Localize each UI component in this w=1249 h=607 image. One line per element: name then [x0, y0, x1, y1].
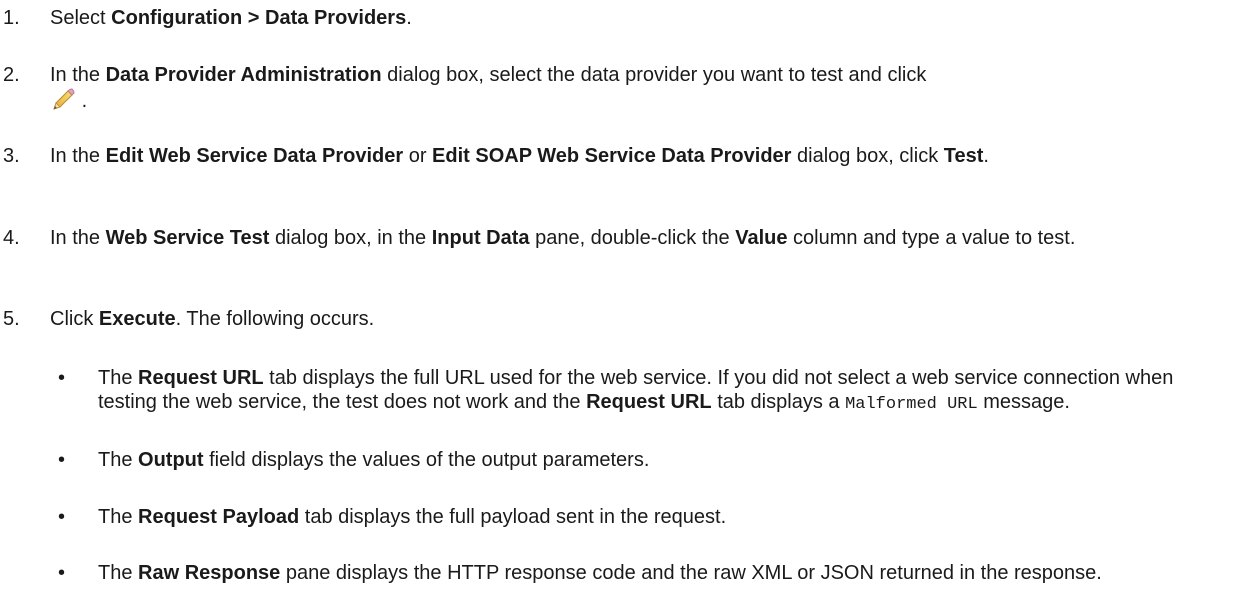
- step-number: 5.: [3, 308, 20, 330]
- text-run: tab displays the full payload sent in th…: [299, 506, 727, 528]
- tab-name: Request Payload: [138, 506, 300, 528]
- text-run: or: [403, 145, 433, 167]
- step-text: In the Edit Web Service Data Provider or…: [50, 144, 1235, 168]
- text-run: pane, double-click the: [529, 227, 736, 249]
- step-number: 2.: [3, 64, 20, 86]
- text-run: In the: [50, 227, 106, 249]
- text-run: message.: [977, 391, 1070, 413]
- step-3: 3. In the Edit Web Service Data Provider…: [0, 144, 1235, 168]
- step-text: In the Web Service Test dialog box, in t…: [50, 226, 1235, 250]
- bullet-text: The Raw Response pane displays the HTTP …: [98, 561, 1228, 585]
- step-2: 2. In the Data Provider Administration d…: [0, 63, 1235, 113]
- bullet-text: The Request Payload tab displays the ful…: [98, 505, 1228, 529]
- column-name: Value: [735, 227, 788, 249]
- dialog-name: Edit SOAP Web Service Data Provider: [432, 145, 792, 167]
- text-run: .: [406, 7, 412, 29]
- text-run: dialog box, select the data provider you…: [381, 64, 927, 86]
- text-run: In the: [50, 145, 106, 167]
- bullet-icon: •: [58, 367, 66, 389]
- code-text: Malformed URL: [845, 395, 978, 414]
- step-1: 1. Select Configuration > Data Providers…: [0, 6, 1235, 30]
- text-run: .: [983, 145, 989, 167]
- dialog-name: Edit Web Service Data Provider: [105, 145, 404, 167]
- step-number: 1.: [3, 7, 20, 29]
- tab-name: Request URL: [586, 391, 712, 413]
- text-run: The: [98, 449, 139, 471]
- bullet-item-output: • The Output field displays the values o…: [0, 448, 1235, 472]
- text-run: column and type a value to test.: [787, 227, 1076, 249]
- bullet-icon: •: [58, 562, 66, 584]
- bullet-item-request-url: • The Request URL tab displays the full …: [0, 366, 1235, 417]
- tab-name: Request URL: [138, 367, 264, 389]
- dialog-name: Data Provider Administration: [105, 64, 382, 86]
- dialog-name: Web Service Test: [105, 227, 270, 249]
- bullet-icon: •: [58, 449, 66, 471]
- step-text: In the Data Provider Administration dial…: [50, 63, 1235, 113]
- bullet-item-request-payload: • The Request Payload tab displays the f…: [0, 505, 1235, 529]
- text-run: The: [98, 506, 139, 528]
- text-run: dialog box, click: [791, 145, 944, 167]
- bullet-text: The Output field displays the values of …: [98, 448, 1228, 472]
- text-run: In the: [50, 64, 106, 86]
- text-run: dialog box, in the: [269, 227, 432, 249]
- text-run: tab displays a: [711, 391, 846, 413]
- text-run: Click: [50, 308, 99, 330]
- pane-name: Raw Response: [138, 562, 281, 584]
- bullet-text: The Request URL tab displays the full UR…: [98, 366, 1228, 417]
- step-text: Select Configuration > Data Providers.: [50, 6, 1235, 30]
- button-name: Execute: [98, 308, 176, 330]
- step-text: Click Execute. The following occurs.: [50, 307, 1235, 331]
- button-name: Test: [943, 145, 984, 167]
- text-run: field displays the values of the output …: [203, 449, 650, 471]
- text-run: . The following occurs.: [175, 308, 375, 330]
- text-run: Select: [50, 7, 112, 29]
- step-5: 5. Click Execute. The following occurs.: [0, 307, 1235, 331]
- menu-path: Configuration > Data Providers: [111, 7, 407, 29]
- text-run: pane displays the HTTP response code and…: [280, 562, 1102, 584]
- edit-pencil-icon: [50, 87, 76, 113]
- text-run: .: [81, 90, 88, 112]
- step-number: 3.: [3, 145, 20, 167]
- instruction-document: 1. Select Configuration > Data Providers…: [0, 0, 1249, 607]
- step-number: 4.: [3, 227, 20, 249]
- text-run: The: [98, 367, 139, 389]
- pane-name: Input Data: [431, 227, 530, 249]
- bullet-item-raw-response: • The Raw Response pane displays the HTT…: [0, 561, 1235, 585]
- field-name: Output: [138, 449, 204, 471]
- text-run: The: [98, 562, 139, 584]
- step-4: 4. In the Web Service Test dialog box, i…: [0, 226, 1235, 250]
- bullet-icon: •: [58, 506, 66, 528]
